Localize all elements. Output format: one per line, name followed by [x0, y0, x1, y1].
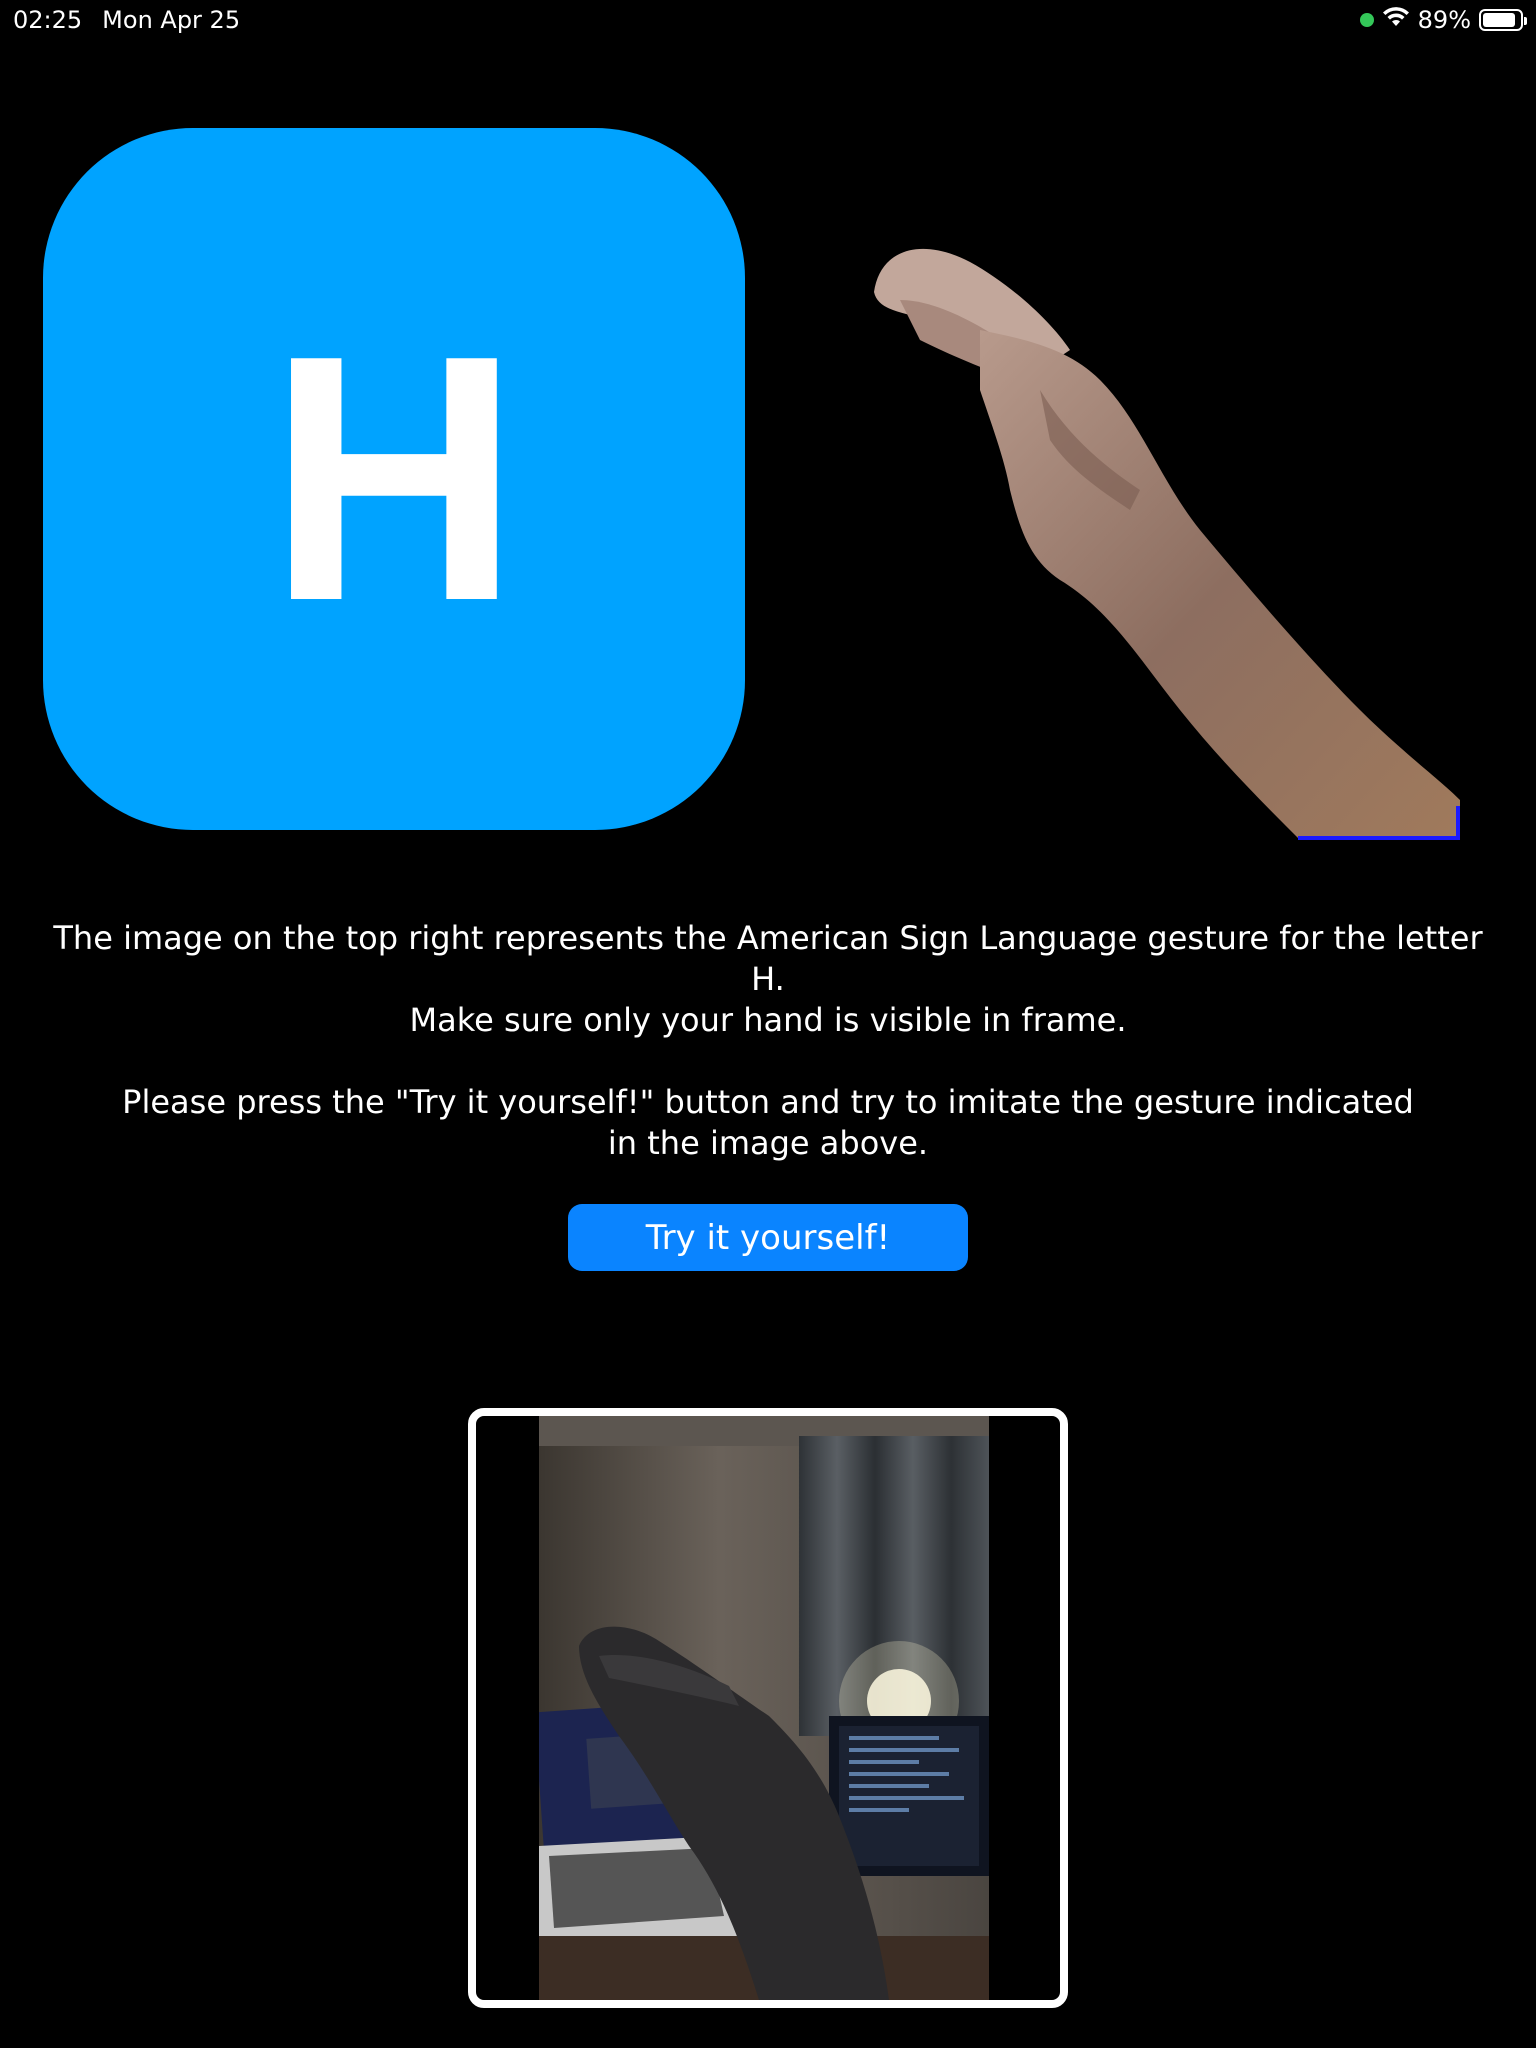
status-date: Mon Apr 25 [102, 6, 241, 34]
battery-percent: 89% [1417, 6, 1471, 34]
app-screen: 02:25 Mon Apr 25 89% H The image on the … [0, 0, 1536, 2048]
letter-glyph: H [267, 283, 521, 674]
try-it-yourself-button[interactable]: Try it yourself! [568, 1204, 968, 1271]
camera-feed [534, 1416, 989, 2000]
status-right: 89% [1359, 6, 1527, 34]
instruction-line-3: Please press the "Try it yourself!" butt… [122, 1083, 1414, 1162]
wifi-icon [1382, 6, 1410, 34]
status-bar: 02:25 Mon Apr 25 89% [0, 0, 1536, 40]
battery-fill [1483, 13, 1516, 27]
instructions-text: The image on the top right represents th… [40, 918, 1496, 1164]
instruction-line-1: The image on the top right represents th… [53, 919, 1483, 998]
hand-gesture-image [860, 240, 1500, 840]
battery-icon [1479, 9, 1527, 31]
status-left: 02:25 Mon Apr 25 [13, 6, 240, 34]
letter-card: H [43, 128, 745, 830]
status-time: 02:25 [13, 6, 83, 34]
instruction-line-2: Make sure only your hand is visible in f… [409, 1001, 1127, 1039]
camera-preview [468, 1408, 1068, 2008]
camera-in-use-indicator [1359, 13, 1374, 27]
